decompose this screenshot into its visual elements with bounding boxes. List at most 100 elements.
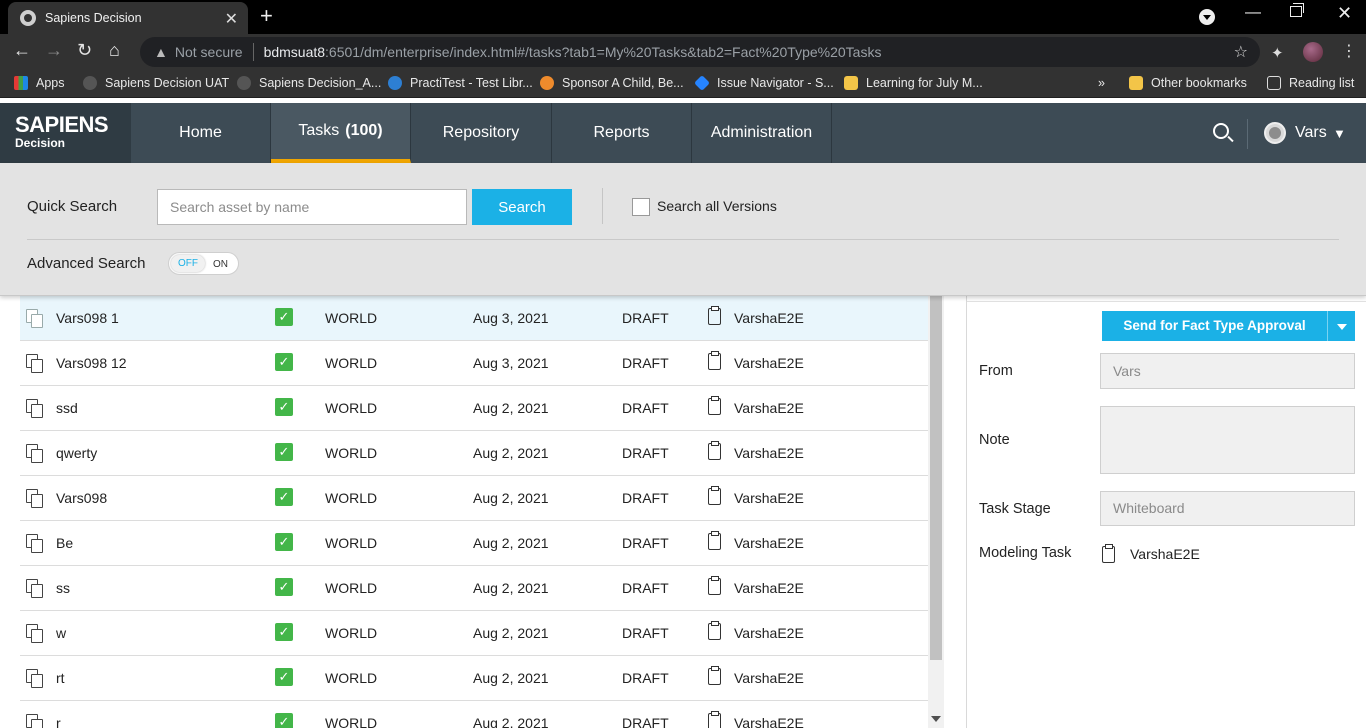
browser-tab[interactable]: Sapiens Decision ✕ [8,2,248,34]
bookmark-apps[interactable]: Apps [14,76,65,90]
task-owner[interactable]: VarshaE2E [734,535,804,551]
new-tab-icon[interactable]: + [260,5,273,27]
restore-icon[interactable] [1290,3,1304,17]
task-owner[interactable]: VarshaE2E [734,490,804,506]
bookmark-item[interactable]: Learning for July M... [844,76,983,90]
task-name[interactable]: w [56,625,66,641]
table-row[interactable]: qwerty ✓ WORLD Aug 2, 2021 DRAFT VarshaE2E [20,431,928,476]
send-for-approval-button[interactable]: Send for Fact Type Approval [1102,311,1355,341]
other-bookmarks[interactable]: Other bookmarks [1129,76,1247,90]
globe-icon[interactable] [1264,122,1286,144]
table-row[interactable]: Vars098 1 ✓ WORLD Aug 3, 2021 DRAFT VarshaE2E [20,296,928,341]
bookmark-item[interactable]: PractiTest - Test Libr... [388,76,533,90]
asset-icon [26,309,43,328]
modeling-task-label: Modeling Task [979,545,1072,561]
advanced-search-toggle[interactable]: OFF ON [168,252,239,275]
task-name[interactable]: r [56,715,61,728]
task-date: Aug 3, 2021 [473,355,549,371]
task-date: Aug 2, 2021 [473,400,549,416]
nav-repository[interactable]: Repository [411,103,552,163]
nav-reports[interactable]: Reports [552,103,692,163]
asset-icon [26,489,43,508]
home-icon[interactable]: ⌂ [109,40,120,61]
detail-top-divider [967,301,1366,302]
check-icon: ✓ [275,668,293,686]
table-row[interactable]: ssd ✓ WORLD Aug 2, 2021 DRAFT VarshaE2E [20,386,928,431]
bookmark-label: Reading list [1289,76,1355,90]
tab-search-icon[interactable] [1199,9,1215,25]
bookmark-item[interactable]: Issue Navigator - S... [694,75,834,91]
nav-administration[interactable]: Administration [692,103,832,163]
task-name[interactable]: Be [56,535,73,551]
caret-down-icon[interactable] [1327,311,1355,341]
nav-tasks[interactable]: Tasks (100) [271,103,411,163]
task-name[interactable]: ssd [56,400,78,416]
menu-kebab-icon[interactable]: ⋮ [1341,41,1357,61]
task-environment: WORLD [325,400,378,416]
bookmark-label: Sapiens Decision UAT [105,76,230,90]
task-owner[interactable]: VarshaE2E [734,310,804,326]
task-date: Aug 2, 2021 [473,445,549,461]
bookmark-item[interactable]: Sapiens Decision UAT [83,76,229,90]
clipboard-icon [708,621,721,640]
search-all-versions-label[interactable]: Search all Versions [657,198,777,214]
table-row[interactable]: r ✓ WORLD Aug 2, 2021 DRAFT VarshaE2E [20,701,928,728]
table-row[interactable]: w ✓ WORLD Aug 2, 2021 DRAFT VarshaE2E [20,611,928,656]
asset-icon [26,354,43,373]
user-menu[interactable]: Vars [1295,124,1327,142]
bookmark-item[interactable]: Sapiens Decision_A... [237,76,381,90]
extensions-icon[interactable]: ✦ [1271,44,1284,62]
task-name[interactable]: rt [56,670,65,686]
search-all-versions-checkbox[interactable] [632,198,650,216]
note-field[interactable] [1100,406,1355,474]
task-name[interactable]: Vars098 [56,490,107,506]
asset-icon [26,534,43,553]
tab-close-icon[interactable]: ✕ [225,9,238,29]
task-name[interactable]: Vars098 12 [56,355,127,371]
task-owner[interactable]: VarshaE2E [734,400,804,416]
task-owner[interactable]: VarshaE2E [734,715,804,728]
minimize-icon[interactable]: — [1245,4,1261,22]
sapiens-logo[interactable]: SAPIENS Decision [0,103,131,163]
bookmark-label: Sapiens Decision_A... [259,76,382,90]
bookmark-item[interactable]: Sponsor A Child, Be... [540,76,684,90]
modeling-task-link[interactable]: VarshaE2E [1130,546,1200,562]
task-name[interactable]: Vars098 1 [56,310,119,326]
task-name[interactable]: ss [56,580,70,596]
back-icon[interactable]: ← [13,40,31,61]
more-bookmarks-icon[interactable]: » [1098,76,1105,90]
window-close-icon[interactable]: ✕ [1337,3,1352,24]
scroll-down-icon[interactable] [931,716,941,722]
nav-home[interactable]: Home [131,103,271,163]
reading-list[interactable]: Reading list [1267,76,1354,90]
task-list-scrollbar[interactable] [928,296,944,728]
task-environment: WORLD [325,355,378,371]
reload-icon[interactable]: ↻ [77,40,92,61]
search-button[interactable]: Search [472,189,572,225]
task-name[interactable]: qwerty [56,445,97,461]
profile-avatar[interactable] [1303,42,1323,62]
task-owner[interactable]: VarshaE2E [734,445,804,461]
nav-label: Administration [710,124,813,141]
site-favicon-icon [20,10,36,26]
search-icon[interactable] [1213,123,1229,139]
table-row[interactable]: Vars098 ✓ WORLD Aug 2, 2021 DRAFT VarshaE2E [20,476,928,521]
check-icon: ✓ [275,398,293,416]
warning-icon: ▲ [154,44,168,60]
table-row[interactable]: rt ✓ WORLD Aug 2, 2021 DRAFT VarshaE2E [20,656,928,701]
task-owner[interactable]: VarshaE2E [734,670,804,686]
quick-search-input[interactable] [157,189,467,225]
table-row[interactable]: Be ✓ WORLD Aug 2, 2021 DRAFT VarshaE2E [20,521,928,566]
chevron-down-icon[interactable]: ▼ [1333,126,1346,141]
task-status: DRAFT [622,310,669,326]
scrollbar-thumb[interactable] [930,296,942,660]
table-row[interactable]: Vars098 12 ✓ WORLD Aug 3, 2021 DRAFT VarshaE2… [20,341,928,386]
task-owner[interactable]: VarshaE2E [734,625,804,641]
address-bar[interactable]: ▲ Not secure bdmsuat8:6501/dm/enterprise… [140,37,1260,67]
bookmark-star-icon[interactable]: ☆ [1234,42,1248,62]
table-row[interactable]: ss ✓ WORLD Aug 2, 2021 DRAFT VarshaE2E [20,566,928,611]
task-owner[interactable]: VarshaE2E [734,355,804,371]
forward-icon[interactable]: → [45,40,63,61]
browser-toolbar: ← → ↻ ⌂ ▲ Not secure bdmsuat8:6501/dm/en… [0,34,1366,70]
task-owner[interactable]: VarshaE2E [734,580,804,596]
